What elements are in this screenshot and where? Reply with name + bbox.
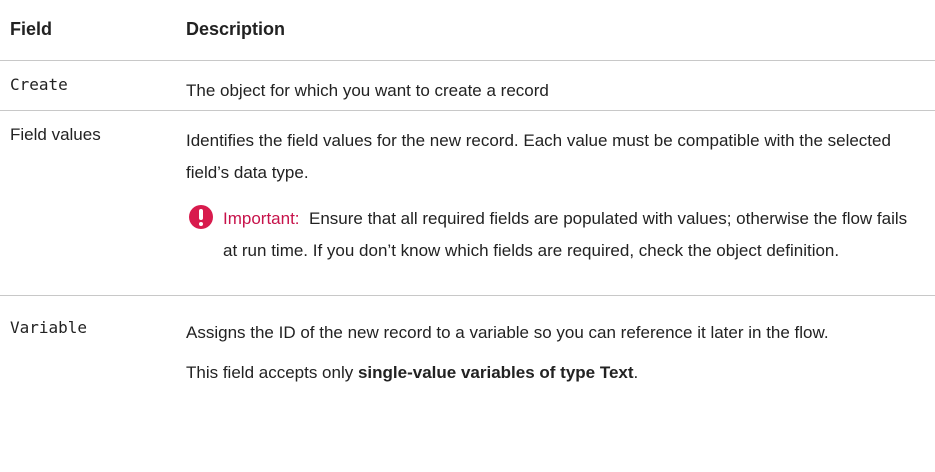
important-text: Ensure that all required fields are popu… xyxy=(223,208,908,260)
header-description: Description xyxy=(172,0,935,61)
note-bold: single-value variables of type Text xyxy=(357,362,634,382)
field-description: Identifies the field values for the new … xyxy=(186,130,891,182)
row-description-cell: Assigns the ID of the new record to a va… xyxy=(172,295,935,471)
important-text-block: Important: Ensure that all required fiel… xyxy=(223,203,917,267)
note-suffix: . xyxy=(633,362,639,382)
table-row: Field values Identifies the field values… xyxy=(0,110,935,296)
field-description: The object for which you want to create … xyxy=(186,80,549,100)
field-description-table: Field Description Create The object for … xyxy=(0,0,935,471)
table-row: Variable Assigns the ID of the new recor… xyxy=(0,295,935,471)
important-callout: Important: Ensure that all required fiel… xyxy=(186,203,917,267)
row-description-cell: Identifies the field values for the new … xyxy=(172,110,935,296)
variable-note: This field accepts only single-value var… xyxy=(186,357,917,389)
field-name-create: Create xyxy=(10,74,68,94)
row-field-cell: Create xyxy=(0,60,172,111)
field-name-field-values: Field values xyxy=(10,124,101,144)
row-field-cell: Variable xyxy=(0,295,172,471)
exclamation-circle-icon xyxy=(189,204,213,229)
table-body: Create The object for which you want to … xyxy=(0,60,935,471)
note-prefix: This field accepts only xyxy=(186,362,358,382)
important-label: Important: xyxy=(223,208,300,228)
header-row: Field Description xyxy=(0,0,935,61)
field-description: Assigns the ID of the new record to a va… xyxy=(186,322,829,342)
field-name-variable: Variable xyxy=(10,317,88,337)
row-description-cell: The object for which you want to create … xyxy=(172,60,935,111)
header-field: Field xyxy=(0,0,172,61)
row-field-cell: Field values xyxy=(0,110,172,296)
table-header: Field Description xyxy=(0,0,935,61)
table-row: Create The object for which you want to … xyxy=(0,60,935,111)
